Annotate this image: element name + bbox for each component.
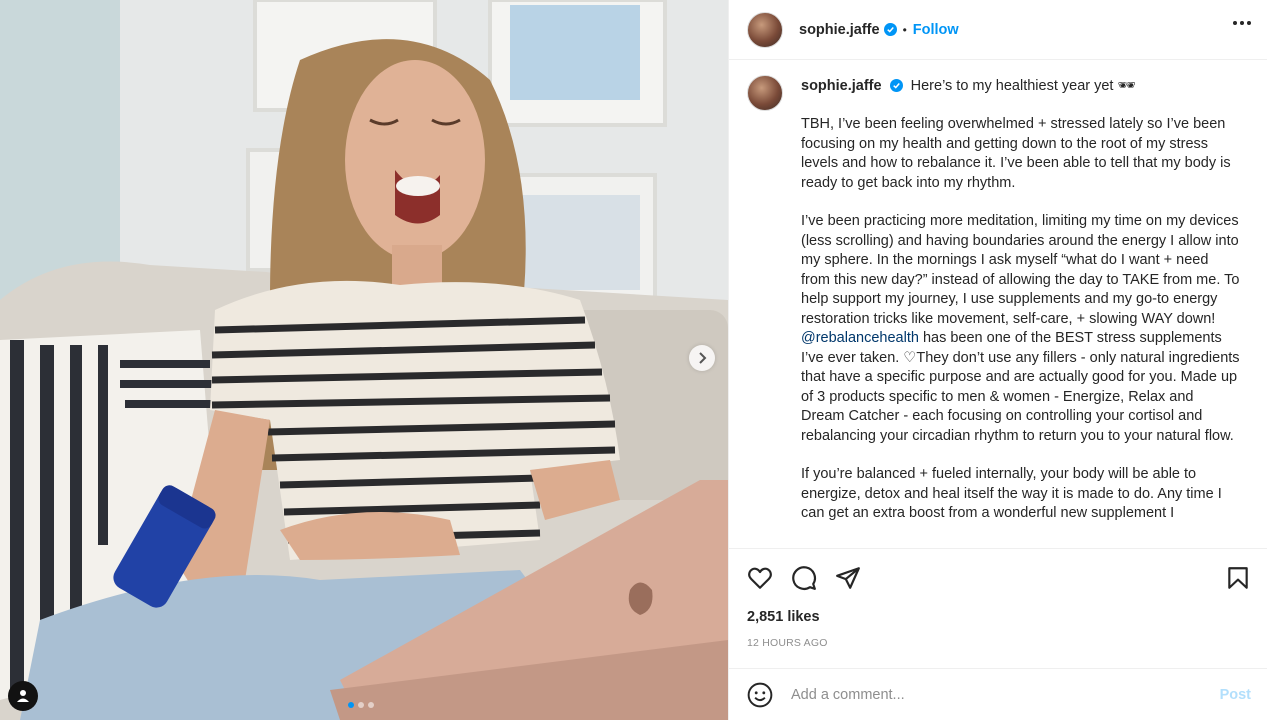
share-button[interactable] xyxy=(835,565,861,591)
caption-username[interactable]: sophie.jaffe xyxy=(801,78,882,94)
post-header: sophie.jaffe • Follow xyxy=(729,0,1267,60)
avatar[interactable] xyxy=(747,11,783,48)
comment-input[interactable] xyxy=(791,686,1220,703)
caption-paragraph-2: I’ve been practicing more meditation, li… xyxy=(801,212,1241,446)
carousel-dot-3 xyxy=(368,702,374,708)
share-icon xyxy=(836,567,860,589)
caption-text: has been one of the BEST stress suppleme… xyxy=(801,330,1240,444)
comment-button[interactable] xyxy=(791,565,817,591)
mention-link[interactable]: @rebalancehealth xyxy=(801,330,919,346)
action-bar xyxy=(747,549,1251,607)
more-options-button[interactable] xyxy=(1233,21,1251,25)
caption-paragraph-1: TBH, I’ve been feeling overwhelmed + str… xyxy=(801,116,1231,191)
carousel-next-button[interactable] xyxy=(689,345,715,371)
caption: sophie.jaffe Here’s to my healthiest yea… xyxy=(747,75,1249,524)
like-button[interactable] xyxy=(747,565,773,591)
post-comment-button[interactable]: Post xyxy=(1220,687,1251,703)
more-icon xyxy=(1247,21,1251,25)
bookmark-icon xyxy=(1228,567,1248,589)
emoji-button[interactable] xyxy=(747,682,773,708)
caption-body: sophie.jaffe Here’s to my healthiest yea… xyxy=(801,75,1241,524)
caption-title: Here’s to my healthiest year yet 🕶 xyxy=(910,78,1136,94)
emoji-icon xyxy=(747,682,773,707)
post-timestamp[interactable]: 12 HOURS AGO xyxy=(747,637,1251,649)
post-media[interactable] xyxy=(0,0,728,720)
carousel-dot-1 xyxy=(348,702,354,708)
caption-paragraph-3: If you’re balanced + fueled internally, … xyxy=(801,466,1222,521)
save-button[interactable] xyxy=(1225,565,1251,591)
carousel-dot-2 xyxy=(358,702,364,708)
post-photo xyxy=(0,0,728,720)
caption-area[interactable]: sophie.jaffe Here’s to my healthiest yea… xyxy=(729,61,1267,548)
caption-title-line: sophie.jaffe Here’s to my healthiest yea… xyxy=(801,75,1241,96)
separator: • xyxy=(902,22,907,37)
comment-icon xyxy=(792,566,816,590)
verified-icon xyxy=(889,79,903,92)
username[interactable]: sophie.jaffe xyxy=(799,22,880,38)
tagged-users-button[interactable] xyxy=(8,681,38,711)
more-icon xyxy=(1240,21,1244,25)
user-tag-icon xyxy=(17,690,29,702)
carousel-indicator xyxy=(348,702,374,708)
post-actions: 2,851 likes 12 HOURS AGO xyxy=(729,548,1267,649)
more-icon xyxy=(1233,21,1237,25)
heart-icon xyxy=(748,567,772,589)
likes-count[interactable]: 2,851 likes xyxy=(747,609,1251,625)
comment-bar: Post xyxy=(729,668,1267,720)
chevron-right-icon xyxy=(699,352,707,364)
caption-text: I’ve been practicing more meditation, li… xyxy=(801,213,1240,327)
post-panel: sophie.jaffe • Follow sophie.jaffe Here’… xyxy=(728,0,1267,720)
verified-icon xyxy=(883,23,897,36)
follow-button[interactable]: Follow xyxy=(913,22,959,38)
caption-avatar[interactable] xyxy=(747,75,783,111)
